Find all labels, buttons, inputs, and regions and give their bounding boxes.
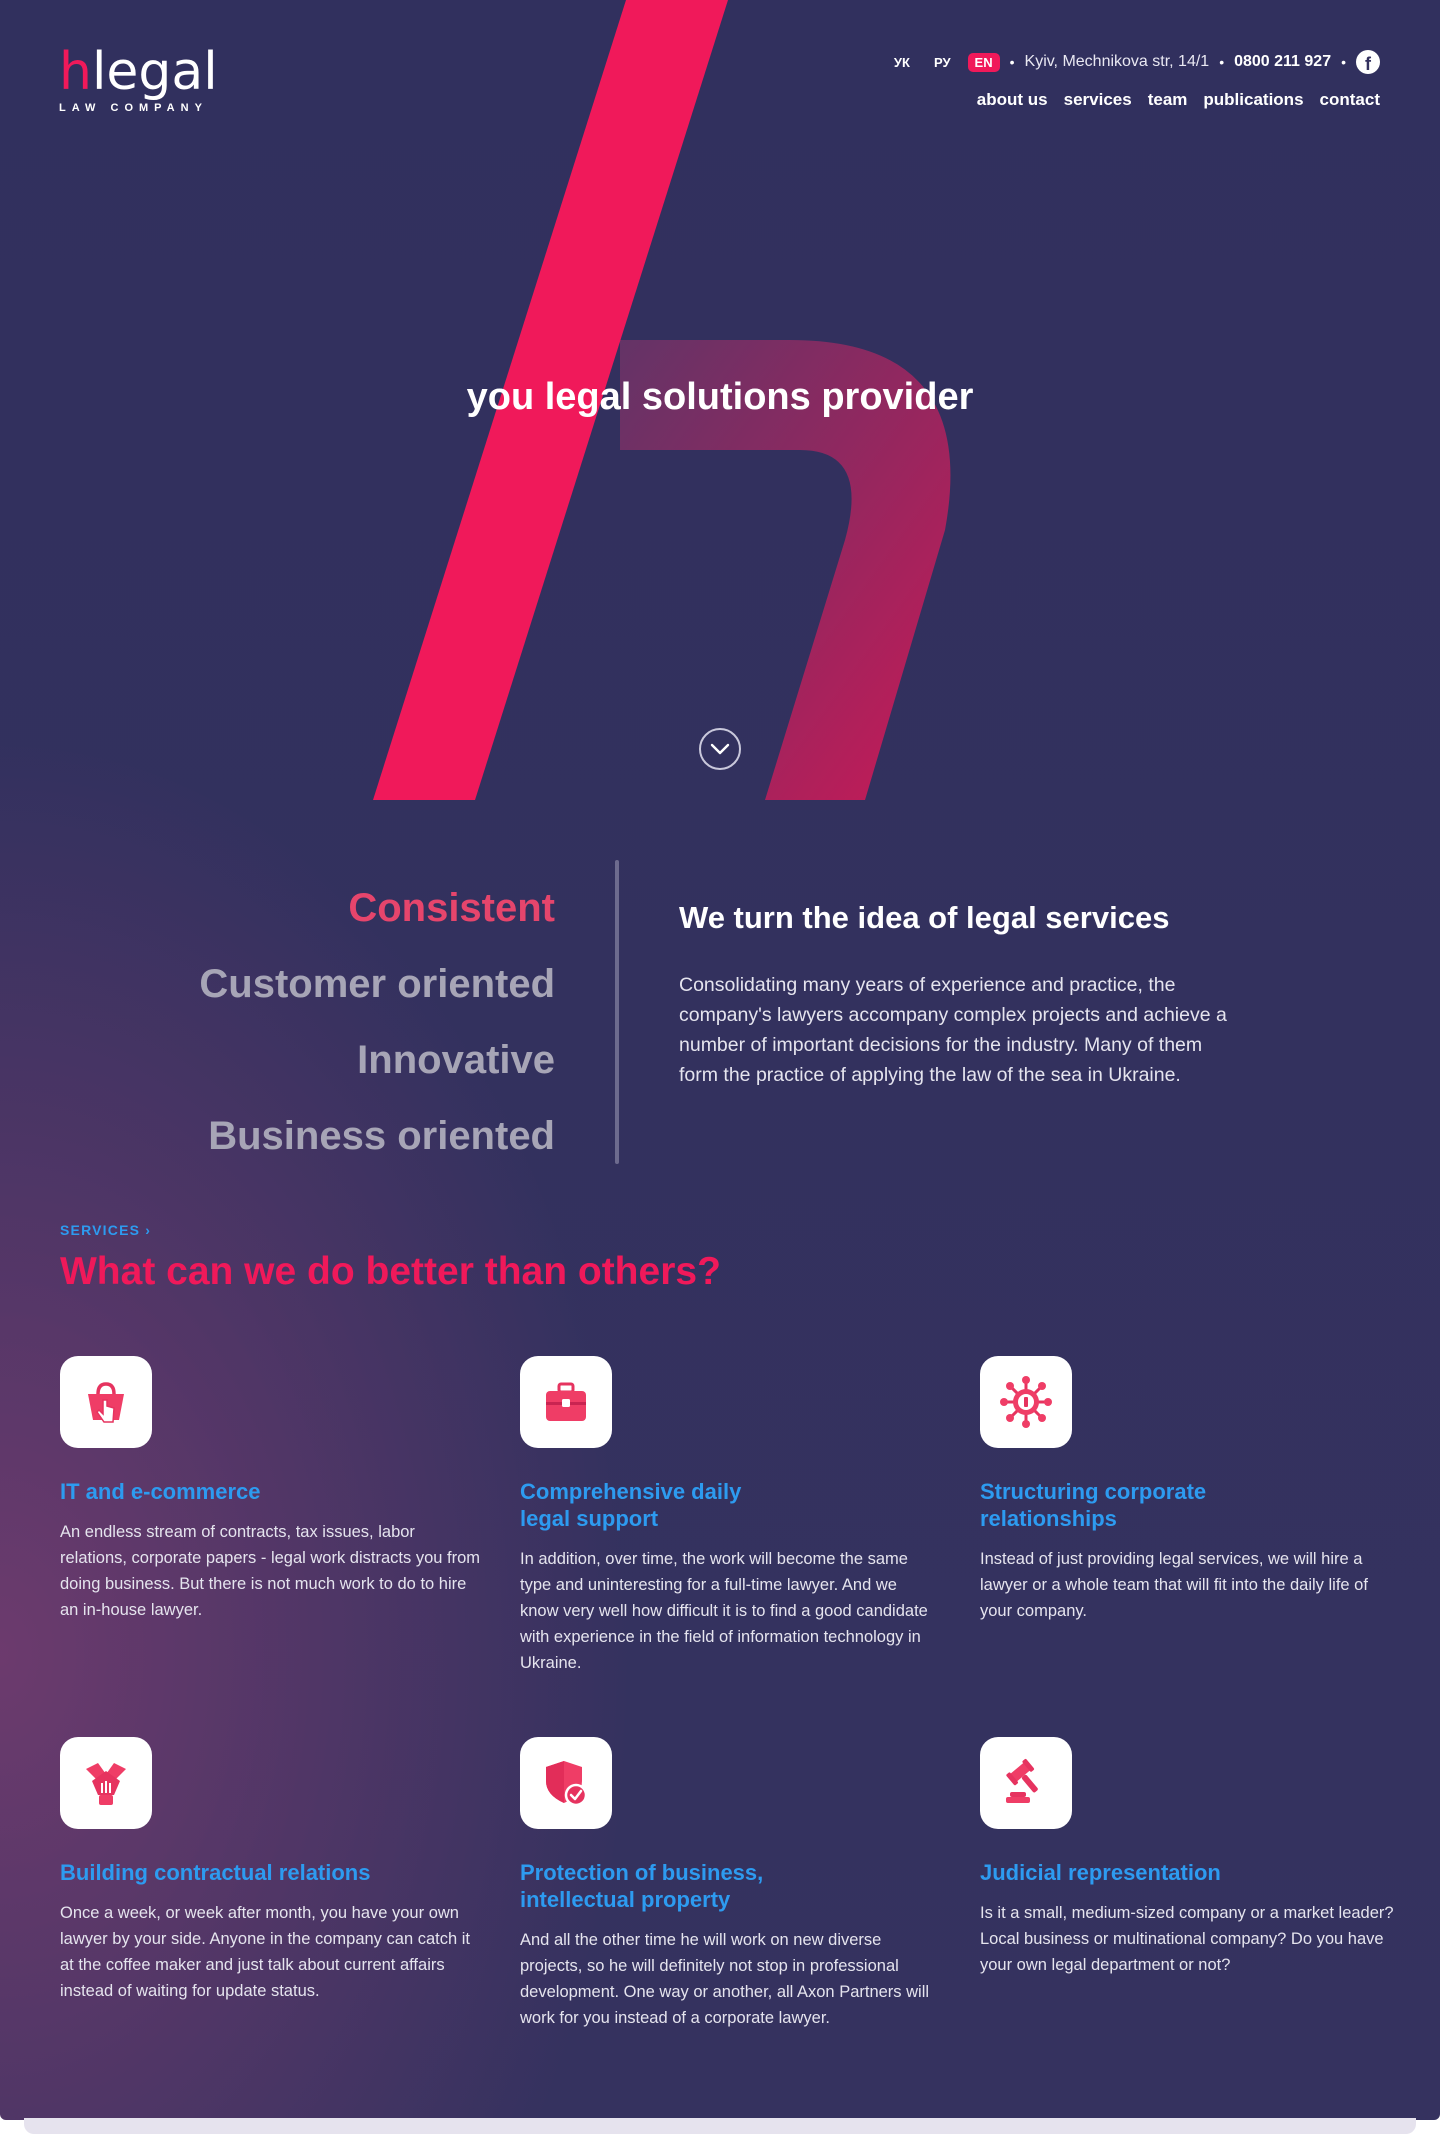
hero-title: you legal solutions provider — [466, 376, 974, 418]
service-card-text: In addition, over time, the work will be… — [520, 1550, 928, 1672]
services-kicker-label: SERVICES — [60, 1222, 141, 1238]
lang-en[interactable]: EN — [967, 52, 1000, 72]
page: hlegal LAW COMPANY УК РУ EN • Kyiv, Mech… — [0, 0, 1440, 2120]
briefcase-icon — [520, 1356, 612, 1448]
service-card-title[interactable]: Structuring corporate relationships — [980, 1478, 1250, 1532]
nav-publications[interactable]: publications — [1203, 90, 1303, 110]
shield-check-icon — [520, 1737, 612, 1829]
services-link[interactable]: SERVICES › — [60, 1222, 151, 1238]
vertical-divider — [615, 860, 619, 1164]
about-title: We turn the idea of legal services — [679, 900, 1170, 935]
service-card-title[interactable]: Judicial representation — [980, 1859, 1400, 1886]
value-item-business-oriented[interactable]: Business oriented — [199, 1098, 555, 1174]
service-card-title[interactable]: Comprehensive daily legal support — [520, 1478, 790, 1532]
chevron-down-icon — [710, 743, 730, 755]
nav-about-us[interactable]: about us — [977, 90, 1048, 110]
service-card-text: Instead of just providing legal services… — [980, 1550, 1368, 1620]
address: Kyiv, Mechnikova str, 14/1 — [1024, 53, 1210, 70]
shopping-basket-icon — [60, 1356, 152, 1448]
gavel-icon — [980, 1737, 1072, 1829]
service-card-text: Is it a small, medium-sized company or a… — [980, 1904, 1394, 1974]
separator-dot: • — [1009, 54, 1015, 70]
service-card-title[interactable]: Protection of business, intellectual pro… — [520, 1859, 810, 1913]
logo-subtitle: LAW COMPANY — [59, 102, 208, 114]
lang-ru[interactable]: РУ — [927, 53, 958, 72]
service-card-title[interactable]: Building contractual relations — [60, 1859, 480, 1886]
main-nav: about us services team publications cont… — [977, 90, 1380, 110]
page-bottom-shadow — [24, 2118, 1416, 2134]
top-contact-bar: УК РУ EN • Kyiv, Mechnikova str, 14/1 • … — [887, 50, 1380, 74]
logo-text: legal — [91, 42, 218, 102]
nav-services[interactable]: services — [1064, 90, 1132, 110]
service-card-title[interactable]: IT and e-commerce — [60, 1478, 480, 1505]
chevron-right-icon: › — [145, 1222, 152, 1238]
nav-contact[interactable]: contact — [1320, 90, 1380, 110]
facebook-icon[interactable]: f — [1356, 50, 1380, 74]
value-item-innovative[interactable]: Innovative — [199, 1022, 555, 1098]
value-item-consistent[interactable]: Consistent — [199, 870, 555, 946]
value-item-customer-oriented[interactable]: Customer oriented — [199, 946, 555, 1022]
separator-dot: • — [1219, 54, 1225, 70]
services-heading: What can we do better than others? — [60, 1250, 721, 1293]
service-card: Protection of business, intellectual pro… — [520, 1737, 940, 2031]
about-text: Consolidating many years of experience a… — [679, 974, 1227, 1086]
phone-link[interactable]: 0800 211 927 — [1234, 53, 1331, 71]
service-card: Building contractual relations Once a we… — [60, 1737, 480, 2004]
service-card-text: And all the other time he will work on n… — [520, 1931, 930, 2027]
network-icon — [980, 1356, 1072, 1448]
service-card: Structuring corporate relationships Inst… — [980, 1356, 1400, 1624]
lang-uk[interactable]: УК — [887, 53, 917, 72]
separator-dot: • — [1341, 54, 1346, 70]
logo-letter: h — [59, 42, 92, 102]
company-values-list: Consistent Customer oriented Innovative … — [199, 870, 555, 1174]
service-card-text: Once a week, or week after month, you ha… — [60, 1904, 470, 2000]
logo-wordmark: hlegal — [59, 44, 218, 100]
service-card: IT and e-commerce An endless stream of c… — [60, 1356, 480, 1623]
logo[interactable]: hlegal LAW COMPANY — [59, 44, 218, 114]
service-card: Judicial representation Is it a small, m… — [980, 1737, 1400, 1978]
nav-team[interactable]: team — [1148, 90, 1188, 110]
service-card-text: An endless stream of contracts, tax issu… — [60, 1523, 481, 1619]
hands-together-icon — [60, 1737, 152, 1829]
service-card: Comprehensive daily legal support In add… — [520, 1356, 940, 1676]
scroll-down-button[interactable] — [699, 728, 741, 770]
